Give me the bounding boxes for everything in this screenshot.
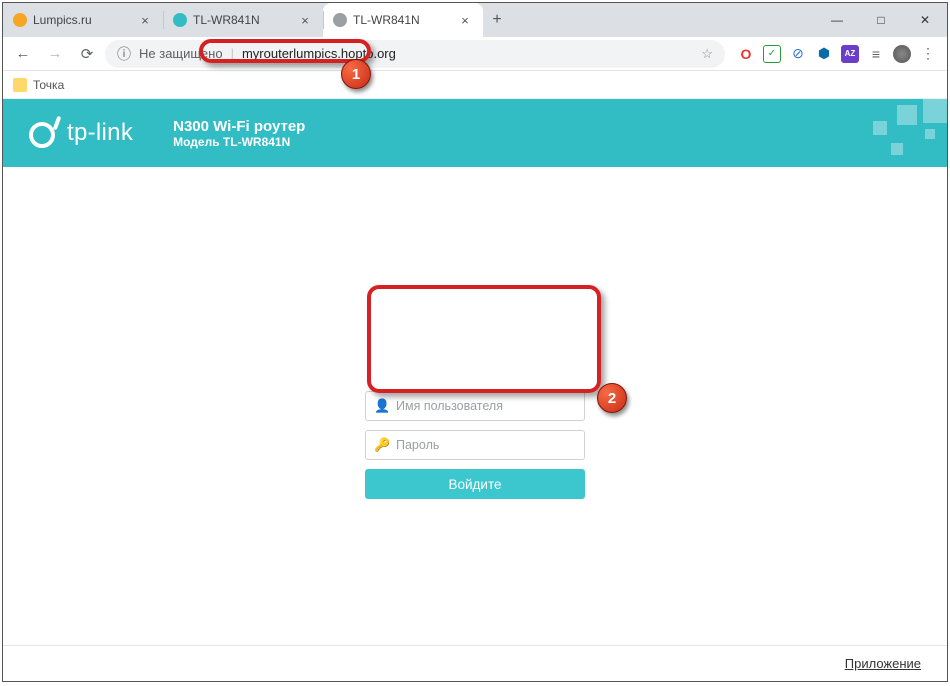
extension-icons: O ✓ ⊘ ⬢ AZ ≡ ⋮ <box>729 45 941 63</box>
check-icon[interactable]: ✓ <box>763 45 781 63</box>
login-button[interactable]: Войдите <box>365 469 585 499</box>
app-link[interactable]: Приложение <box>845 656 921 671</box>
cube-icon[interactable]: ⬢ <box>815 45 833 63</box>
browser-tabstrip: Lumpics.ru × TL-WR841N × TL-WR841N × + —… <box>3 3 947 37</box>
bookmarks-bar: Точка <box>3 71 947 99</box>
favicon-tplink <box>173 13 187 27</box>
callout-badge-1: 1 <box>341 59 371 89</box>
close-window-button[interactable]: ✕ <box>903 3 947 37</box>
tab-label: Lumpics.ru <box>33 13 132 27</box>
password-input[interactable] <box>396 438 576 452</box>
tab-label: TL-WR841N <box>353 13 452 27</box>
username-input[interactable] <box>396 399 576 413</box>
close-icon[interactable]: × <box>458 14 472 27</box>
tab-label: TL-WR841N <box>193 13 292 27</box>
page-content: tp-link N300 Wi-Fi роутер Модель TL-WR84… <box>3 99 947 681</box>
tab-tlwr-2-active[interactable]: TL-WR841N × <box>323 3 483 37</box>
url-text: myrouterlumpics.hopto.org <box>242 46 396 61</box>
minimize-button[interactable]: — <box>815 3 859 37</box>
brand-text: tp-link <box>67 119 133 147</box>
product-title: N300 Wi-Fi роутер <box>173 118 305 135</box>
tab-lumpics[interactable]: Lumpics.ru × <box>3 3 163 37</box>
new-tab-button[interactable]: + <box>483 3 511 37</box>
reading-list-icon[interactable]: ≡ <box>867 45 885 63</box>
login-form: 👤 🔑 Войдите <box>365 391 585 499</box>
shield-icon[interactable]: ⊘ <box>789 45 807 63</box>
bookmark-star-icon[interactable]: ☆ <box>701 46 713 62</box>
az-icon[interactable]: AZ <box>841 45 859 63</box>
security-label: Не защищено <box>139 46 223 61</box>
callout-badge-2: 2 <box>597 383 627 413</box>
profile-avatar[interactable] <box>893 45 911 63</box>
reload-button[interactable]: ⟳ <box>73 40 101 68</box>
close-icon[interactable]: × <box>138 14 152 27</box>
header-decoration <box>807 99 947 167</box>
window-controls: — □ ✕ <box>815 3 947 37</box>
address-bar[interactable]: ⓘ Не защищено | myrouterlumpics.hopto.or… <box>105 40 725 68</box>
user-icon: 👤 <box>374 398 388 414</box>
username-field-wrap: 👤 <box>365 391 585 421</box>
password-field-wrap: 🔑 <box>365 430 585 460</box>
browser-toolbar: ← → ⟳ ⓘ Не защищено | myrouterlumpics.ho… <box>3 37 947 71</box>
product-model: Модель TL-WR841N <box>173 135 305 149</box>
router-header: tp-link N300 Wi-Fi роутер Модель TL-WR84… <box>3 99 947 167</box>
opera-icon[interactable]: O <box>737 45 755 63</box>
forward-button[interactable]: → <box>41 40 69 68</box>
close-icon[interactable]: × <box>298 14 312 27</box>
tab-tlwr-1[interactable]: TL-WR841N × <box>163 3 323 37</box>
bookmark-item[interactable]: Точка <box>33 78 64 92</box>
header-titles: N300 Wi-Fi роутер Модель TL-WR841N <box>173 118 305 149</box>
tplink-logo: tp-link <box>29 116 133 150</box>
info-icon: ⓘ <box>117 44 131 64</box>
page-footer: Приложение <box>3 645 947 681</box>
back-button[interactable]: ← <box>9 40 37 68</box>
kebab-menu-icon[interactable]: ⋮ <box>919 45 937 63</box>
folder-icon <box>13 78 27 92</box>
favicon-lumpics <box>13 13 27 27</box>
logo-mark-icon <box>29 116 63 150</box>
key-icon: 🔑 <box>374 437 388 453</box>
maximize-button[interactable]: □ <box>859 3 903 37</box>
favicon-globe <box>333 13 347 27</box>
